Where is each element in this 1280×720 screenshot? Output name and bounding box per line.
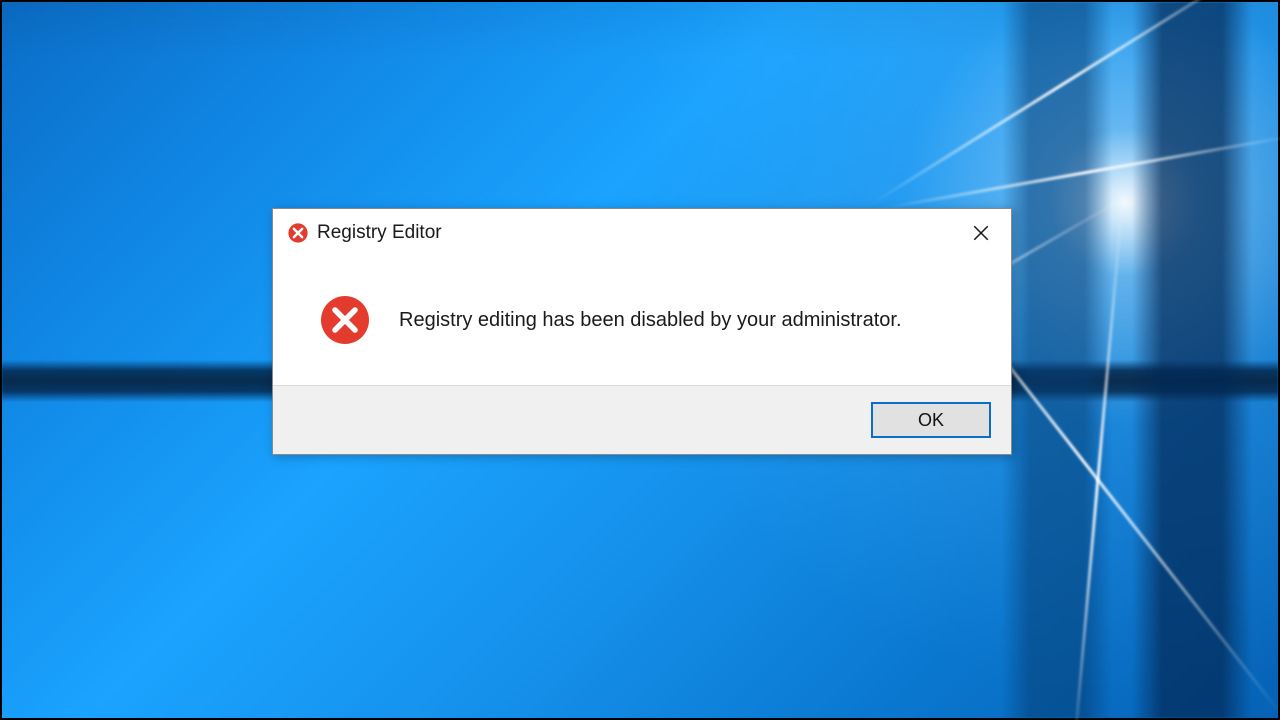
error-icon — [319, 294, 371, 346]
dialog-titlebar[interactable]: Registry Editor — [273, 209, 1011, 257]
desktop-background: Registry Editor Registry editing has bee… — [0, 0, 1280, 720]
dialog-message: Registry editing has been disabled by yo… — [399, 309, 902, 332]
dialog-title: Registry Editor — [317, 222, 957, 244]
ok-button[interactable]: OK — [871, 402, 991, 438]
close-button[interactable] — [957, 209, 1005, 257]
error-icon — [287, 222, 309, 244]
dialog-footer: OK — [273, 385, 1011, 454]
wallpaper-vertical-pane — [1132, 2, 1252, 718]
error-dialog: Registry Editor Registry editing has bee… — [272, 208, 1012, 455]
dialog-body: Registry editing has been disabled by yo… — [273, 257, 1011, 385]
close-icon — [972, 224, 990, 242]
